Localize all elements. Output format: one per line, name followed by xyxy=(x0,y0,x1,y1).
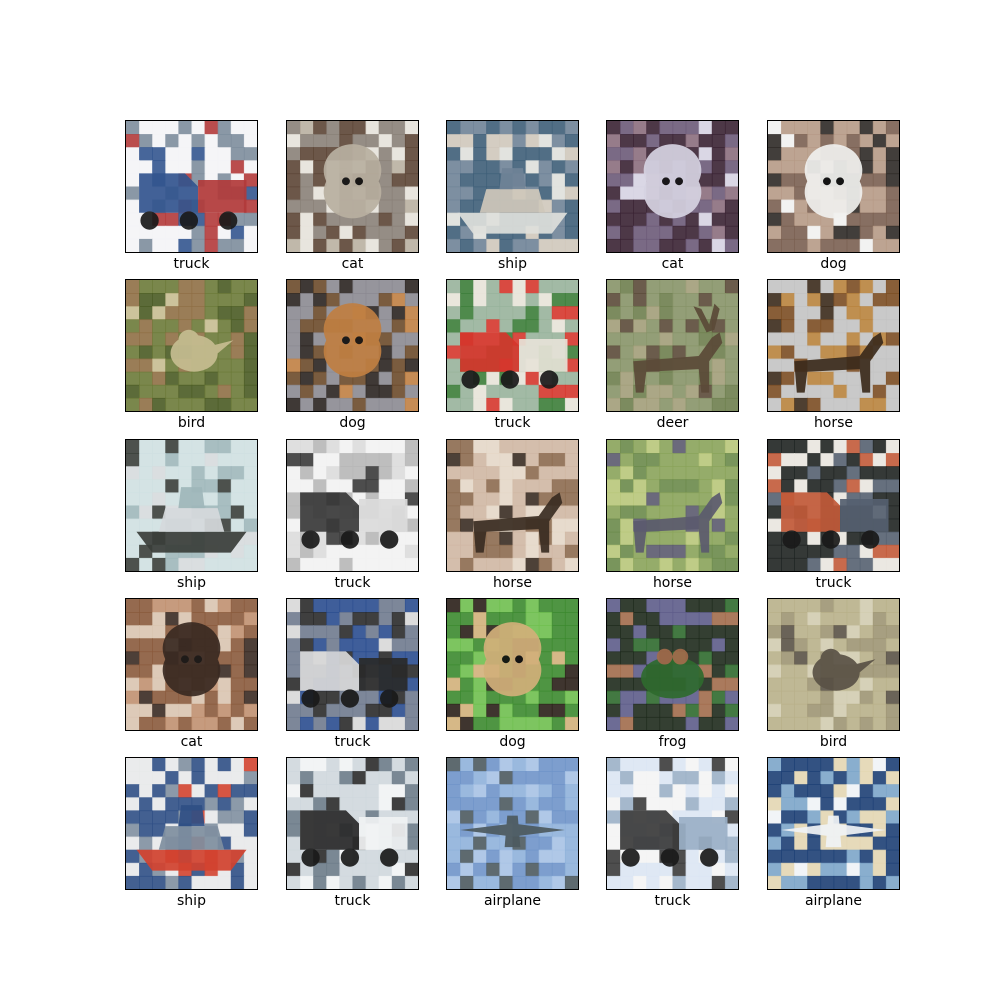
image-caption: truck xyxy=(173,256,210,272)
ship-photo xyxy=(126,758,257,889)
thumbnail-image xyxy=(446,120,579,253)
thumbnail-image xyxy=(125,439,258,572)
horse-photo xyxy=(768,280,899,411)
thumbnail-image xyxy=(446,598,579,731)
image-caption: dog xyxy=(339,415,366,431)
thumbnail-image xyxy=(606,757,739,890)
image-caption: dog xyxy=(499,734,526,750)
image-caption: dog xyxy=(820,256,847,272)
thumbnail-image xyxy=(286,598,419,731)
image-caption: ship xyxy=(498,256,527,272)
bird-photo xyxy=(768,599,899,730)
thumbnail-image xyxy=(125,757,258,890)
ship-photo xyxy=(447,121,578,252)
horse-photo xyxy=(447,440,578,571)
image-caption: bird xyxy=(177,415,206,431)
truck-photo xyxy=(126,121,257,252)
thumbnail-image xyxy=(606,439,739,572)
thumbnail-image xyxy=(446,279,579,412)
thumbnail-image xyxy=(125,279,258,412)
image-caption: ship xyxy=(177,575,206,591)
image-caption: cat xyxy=(661,256,684,272)
truck-photo xyxy=(607,758,738,889)
thumbnail-image xyxy=(446,757,579,890)
thumbnail-image xyxy=(606,120,739,253)
horse-photo xyxy=(607,440,738,571)
thumbnail-image xyxy=(767,279,900,412)
thumbnail-image xyxy=(767,439,900,572)
image-caption: cat xyxy=(341,256,364,272)
thumbnail-image xyxy=(767,757,900,890)
image-grid: truck cat ship cat dog bird dog truck deer horse s… xyxy=(0,0,1000,1000)
cat-photo xyxy=(287,121,418,252)
image-caption: horse xyxy=(492,575,533,591)
thumbnail-image xyxy=(286,439,419,572)
image-caption: truck xyxy=(654,893,691,909)
image-caption: horse xyxy=(652,575,693,591)
image-caption: truck xyxy=(334,734,371,750)
thumbnail-image xyxy=(125,598,258,731)
dog-photo xyxy=(287,280,418,411)
image-caption: bird xyxy=(819,734,848,750)
truck-photo xyxy=(287,440,418,571)
cat-photo xyxy=(126,599,257,730)
thumbnail-image xyxy=(286,279,419,412)
frog-photo xyxy=(607,599,738,730)
image-caption: truck xyxy=(334,575,371,591)
thumbnail-image xyxy=(767,120,900,253)
bird-photo xyxy=(126,280,257,411)
thumbnail-image xyxy=(767,598,900,731)
deer-photo xyxy=(607,280,738,411)
truck-photo xyxy=(287,599,418,730)
image-caption: frog xyxy=(658,734,687,750)
image-caption: truck xyxy=(494,415,531,431)
thumbnail-image xyxy=(446,439,579,572)
truck-photo xyxy=(768,440,899,571)
image-caption: horse xyxy=(813,415,854,431)
truck-photo xyxy=(447,280,578,411)
airplane-photo xyxy=(447,758,578,889)
airplane-photo xyxy=(768,758,899,889)
image-caption: truck xyxy=(815,575,852,591)
image-caption: airplane xyxy=(483,893,542,909)
dog-photo xyxy=(447,599,578,730)
image-caption: airplane xyxy=(804,893,863,909)
thumbnail-image xyxy=(286,120,419,253)
image-caption: ship xyxy=(177,893,206,909)
thumbnail-image xyxy=(606,279,739,412)
thumbnail-image xyxy=(606,598,739,731)
thumbnail-image xyxy=(286,757,419,890)
cat-photo xyxy=(607,121,738,252)
truck-photo xyxy=(287,758,418,889)
dog-photo xyxy=(768,121,899,252)
image-caption: truck xyxy=(334,893,371,909)
image-caption: deer xyxy=(656,415,689,431)
ship-photo xyxy=(126,440,257,571)
image-caption: cat xyxy=(180,734,203,750)
thumbnail-image xyxy=(125,120,258,253)
